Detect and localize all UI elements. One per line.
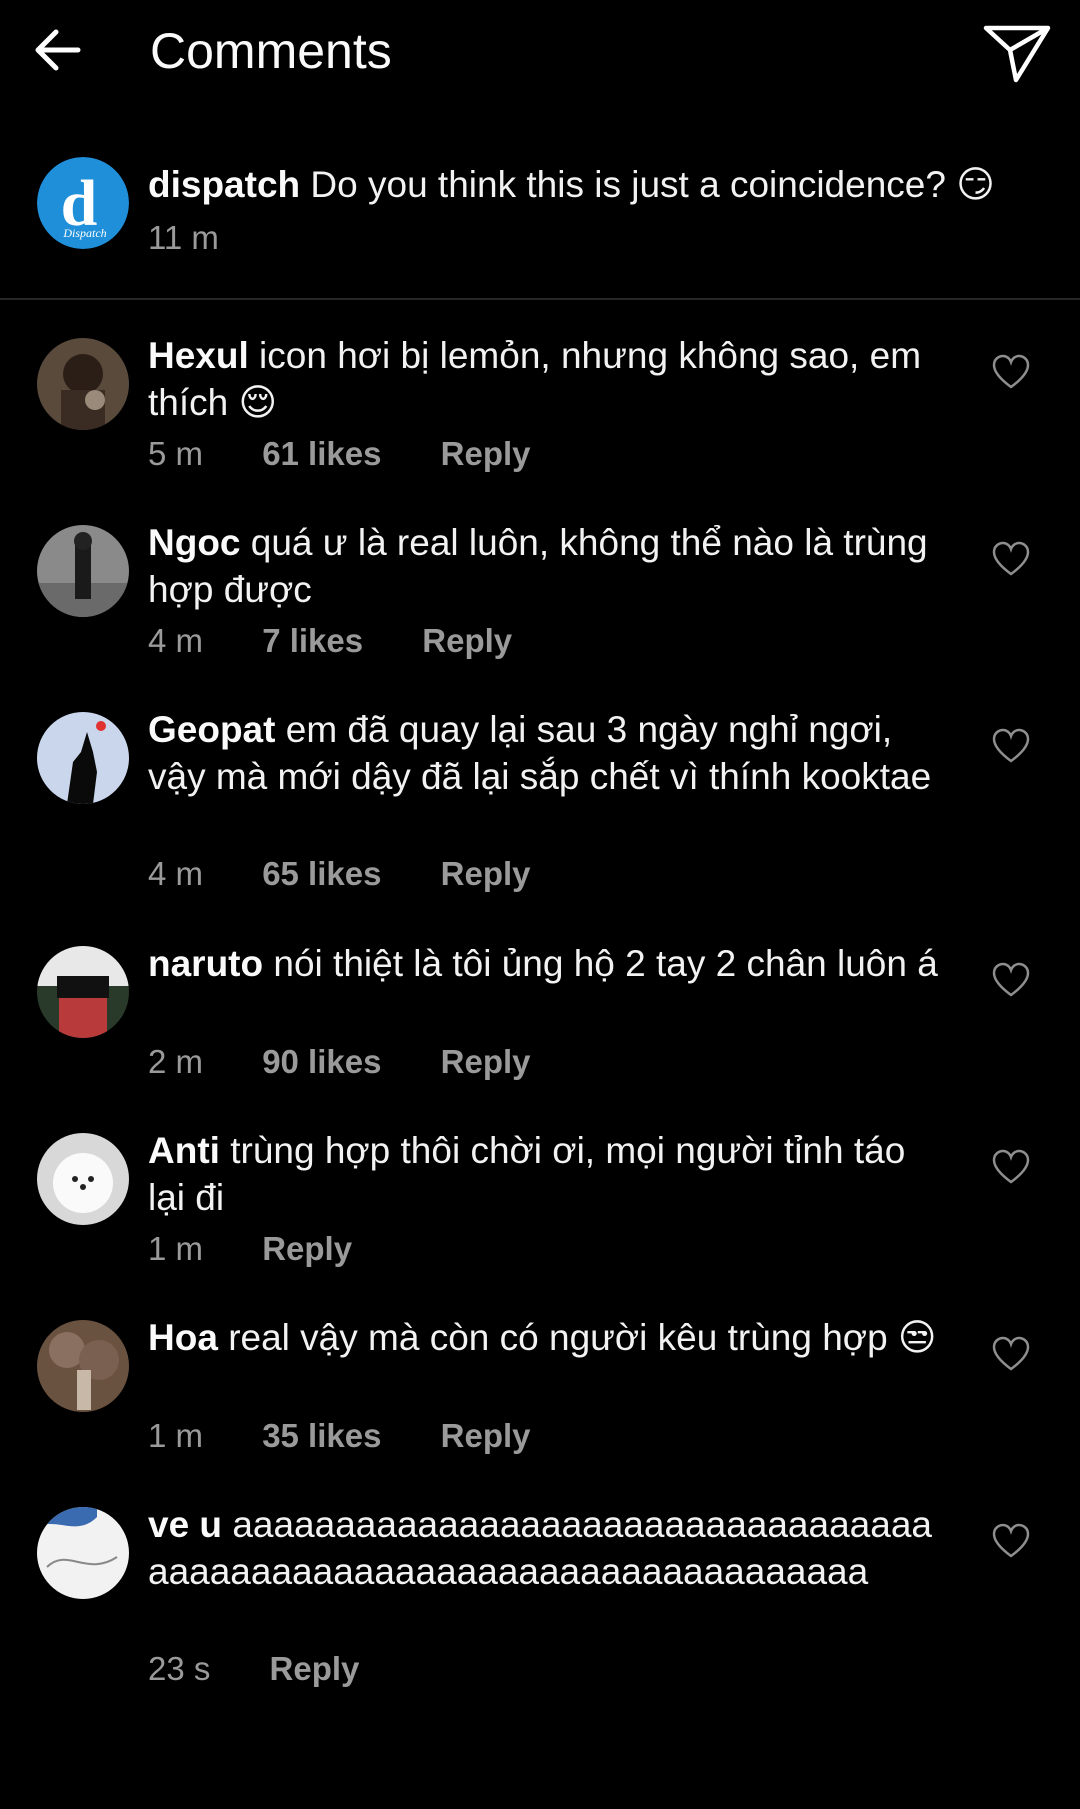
reply-button[interactable]: Reply	[441, 434, 531, 474]
avatar[interactable]	[37, 1133, 129, 1225]
comment-meta: 5 m 61 likes Reply	[148, 434, 531, 474]
comment-body: trùng hợp thôi chời ơi, mọi người tỉnh t…	[148, 1130, 906, 1218]
paper-plane-icon	[983, 25, 1051, 83]
post-caption: d Dispatch dispatch Do you think this is…	[0, 150, 1080, 298]
arrow-left-icon	[35, 29, 81, 71]
like-button[interactable]	[992, 1336, 1030, 1372]
reply-button[interactable]: Reply	[262, 1229, 352, 1269]
like-button[interactable]	[992, 728, 1030, 764]
top-bar: Comments	[0, 0, 1080, 104]
comment-username[interactable]: naruto	[148, 943, 263, 984]
likes-count[interactable]: 35 likes	[262, 1416, 381, 1456]
comment-username[interactable]: Hexul	[148, 335, 249, 376]
comment-meta: 23 s Reply	[148, 1649, 359, 1689]
comment-meta: 2 m 90 likes Reply	[148, 1042, 531, 1082]
comment-body: real vậy mà còn có người kêu trùng hợp 😒	[228, 1317, 937, 1358]
likes-count[interactable]: 61 likes	[262, 434, 381, 474]
like-button[interactable]	[992, 962, 1030, 998]
avatar[interactable]	[37, 338, 129, 430]
dispatch-logo-icon: d Dispatch	[37, 157, 129, 249]
comment-body: icon hơi bị lemỏn, nhưng không sao, em t…	[148, 335, 922, 423]
likes-count[interactable]: 90 likes	[262, 1042, 381, 1082]
comment-text: Ngoc quá ư là real luôn, không thể nào l…	[148, 519, 948, 613]
comment-meta: 4 m 7 likes Reply	[148, 621, 512, 661]
reply-button[interactable]: Reply	[270, 1649, 360, 1689]
comment-time: 5 m	[148, 435, 204, 472]
heart-icon	[992, 1336, 1030, 1371]
comment-text: Anti trùng hợp thôi chời ơi, mọi người t…	[148, 1127, 948, 1221]
page-title: Comments	[150, 23, 392, 79]
avatar[interactable]	[37, 1320, 129, 1412]
comment-body: aaaaaaaaaaaaaaaaaaaaaaaaaaaaaaaaaaaaaaaa…	[148, 1504, 932, 1592]
reply-button[interactable]: Reply	[441, 1042, 531, 1082]
comment-time: 4 m	[148, 622, 204, 659]
comment-meta: 4 m 65 likes Reply	[148, 854, 531, 894]
comment-text: Hoa real vậy mà còn có người kêu trùng h…	[148, 1314, 948, 1361]
comment-text: Geopat em đã quay lại sau 3 ngày nghỉ ng…	[148, 706, 948, 800]
avatar[interactable]	[37, 1507, 129, 1599]
heart-icon	[992, 1523, 1030, 1558]
comment-username[interactable]: Geopat	[148, 709, 275, 750]
comment-time: 2 m	[148, 1043, 204, 1080]
likes-count[interactable]: 65 likes	[262, 854, 381, 894]
back-button[interactable]	[30, 20, 90, 80]
comment-time: 1 m	[148, 1417, 204, 1454]
share-button[interactable]	[982, 20, 1052, 86]
avatar[interactable]: d Dispatch	[37, 157, 129, 249]
comment-text: naruto nói thiệt là tôi ủng hộ 2 tay 2 c…	[148, 940, 948, 987]
avatar[interactable]	[37, 946, 129, 1038]
comment-body: nói thiệt là tôi ủng hộ 2 tay 2 chân luô…	[273, 943, 938, 984]
like-button[interactable]	[992, 1523, 1030, 1559]
reply-button[interactable]: Reply	[422, 621, 512, 661]
comment-username[interactable]: Anti	[148, 1130, 220, 1171]
heart-icon	[992, 354, 1030, 389]
like-button[interactable]	[992, 1149, 1030, 1185]
comment-body: quá ư là real luôn, không thể nào là trù…	[148, 522, 928, 610]
caption-time: 11 m	[148, 219, 219, 256]
caption-body: Do you think this is just a coincidence?…	[310, 164, 995, 205]
comment-time: 1 m	[148, 1230, 204, 1267]
comment-username[interactable]: Ngoc	[148, 522, 241, 563]
like-button[interactable]	[992, 354, 1030, 390]
avatar[interactable]	[37, 525, 129, 617]
comment-time: 23 s	[148, 1650, 211, 1687]
divider	[0, 298, 1080, 300]
comment-meta: 1 m Reply	[148, 1229, 352, 1269]
heart-icon	[992, 962, 1030, 997]
comment-username[interactable]: Hoa	[148, 1317, 218, 1358]
comment-username[interactable]: ve u	[148, 1504, 222, 1545]
like-button[interactable]	[992, 541, 1030, 577]
comment-text: ve u aaaaaaaaaaaaaaaaaaaaaaaaaaaaaaaaaaa…	[148, 1501, 948, 1595]
avatar[interactable]	[37, 712, 129, 804]
heart-icon	[992, 1149, 1030, 1184]
comment-text: Hexul icon hơi bị lemỏn, nhưng không sao…	[148, 332, 948, 426]
comment-time: 4 m	[148, 855, 204, 892]
heart-icon	[992, 541, 1030, 576]
reply-button[interactable]: Reply	[441, 1416, 531, 1456]
reply-button[interactable]: Reply	[441, 854, 531, 894]
comment-meta: 1 m 35 likes Reply	[148, 1416, 531, 1456]
heart-icon	[992, 728, 1030, 763]
caption-text: dispatch Do you think this is just a coi…	[148, 162, 1068, 208]
caption-username[interactable]: dispatch	[148, 164, 300, 205]
likes-count[interactable]: 7 likes	[262, 621, 363, 661]
svg-text:Dispatch: Dispatch	[62, 226, 106, 240]
